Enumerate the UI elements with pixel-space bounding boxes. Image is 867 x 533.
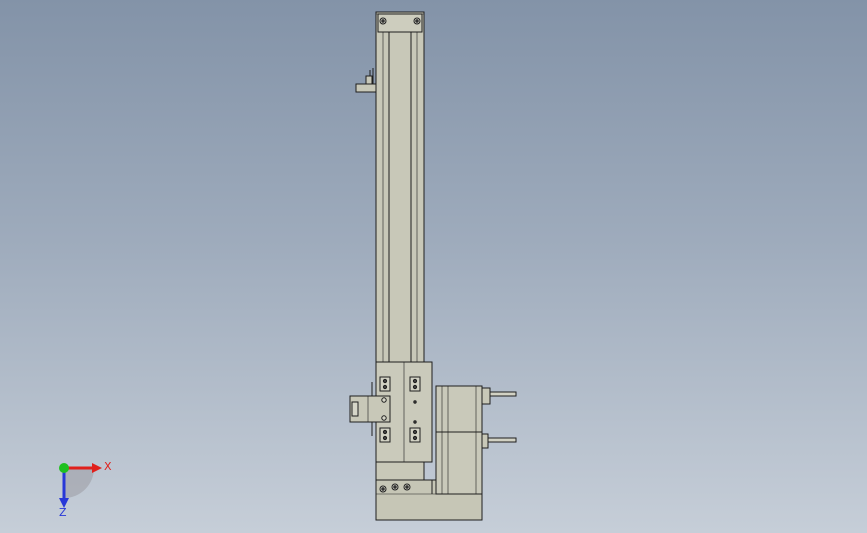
linear-actuator-model[interactable] <box>349 11 517 521</box>
z-axis-label: Z <box>59 506 67 519</box>
limit-sensor <box>355 68 377 93</box>
y-axis-point-icon <box>59 463 69 473</box>
orientation-triad[interactable]: X Z <box>40 450 120 520</box>
cad-viewport[interactable] <box>0 0 867 533</box>
motor-cables <box>487 391 517 443</box>
x-arrowhead-icon <box>92 463 102 473</box>
x-axis-label: X <box>104 460 112 473</box>
triad-shadow <box>64 468 94 498</box>
servo-motor[interactable] <box>435 385 491 495</box>
